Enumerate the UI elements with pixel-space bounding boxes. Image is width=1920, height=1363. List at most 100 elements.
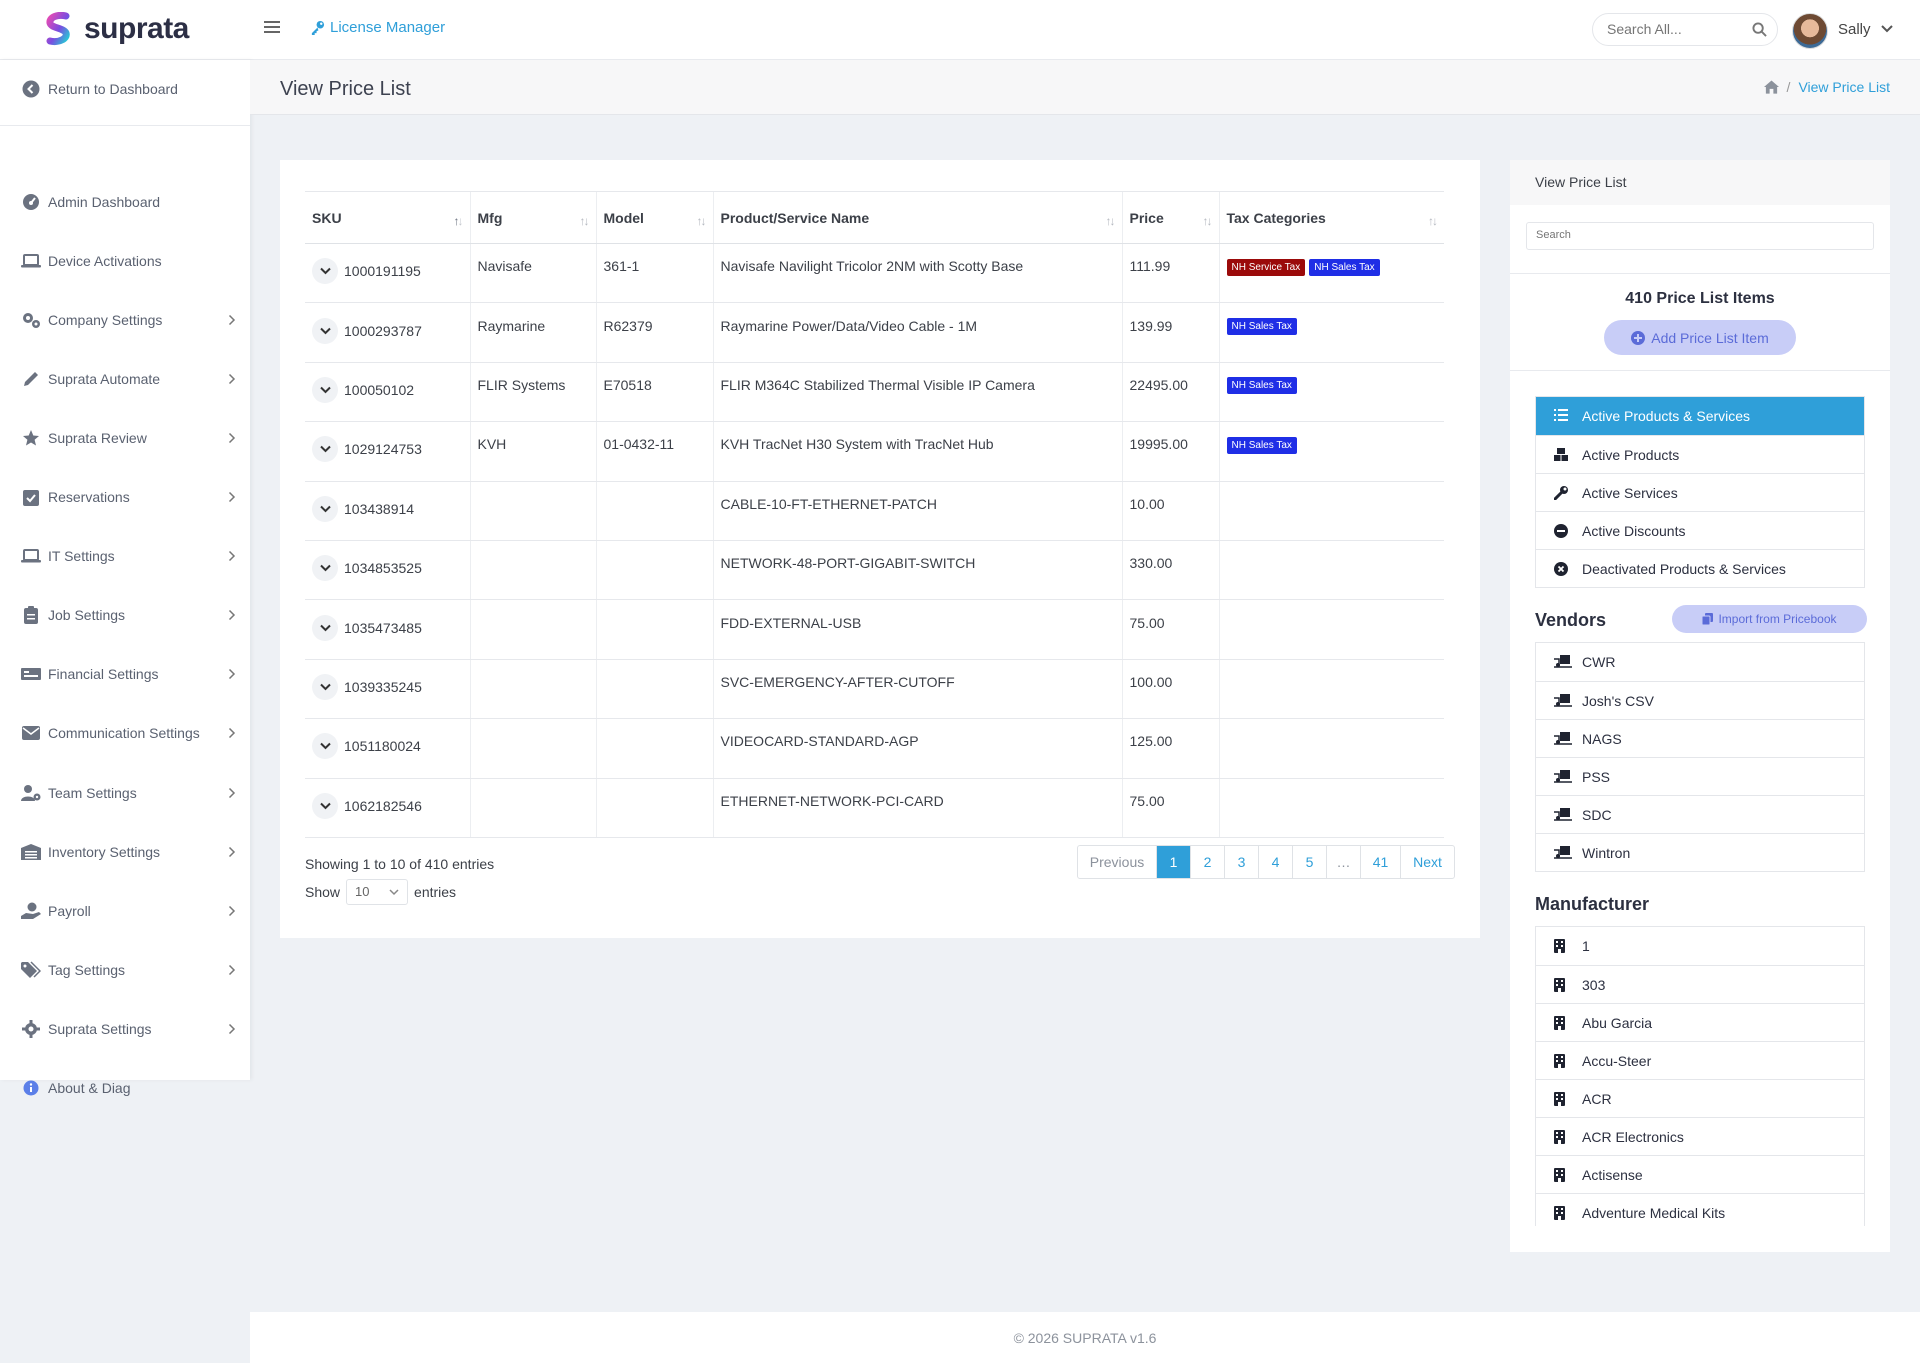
sort-icon[interactable]: ↑↓ [1203, 214, 1213, 228]
previous-page-button[interactable]: Previous [1078, 846, 1156, 878]
table-row[interactable]: 103438914 CABLE-10-FT-ETHERNET-PATCH 10.… [305, 481, 1444, 541]
column-header-mfg[interactable]: Mfg ↑↓ [469, 191, 596, 244]
column-header-tax-categories[interactable]: Tax Categories ↑↓ [1218, 191, 1444, 244]
page-4-button[interactable]: 4 [1258, 846, 1292, 878]
filter-deactivated-products-services[interactable]: Deactivated Products & Services [1536, 549, 1864, 587]
vendor-item[interactable]: Josh's CSV [1536, 681, 1864, 719]
expand-row-button[interactable] [312, 673, 338, 700]
sidebar-item-financial-settings[interactable]: Financial Settings [0, 654, 250, 694]
expand-row-button[interactable] [312, 317, 338, 344]
filter-label: Active Services [1582, 484, 1678, 501]
home-icon[interactable] [1763, 80, 1779, 94]
page-41-button[interactable]: 41 [1360, 846, 1400, 878]
sidebar-item-admin-dashboard[interactable]: Admin Dashboard [0, 182, 250, 222]
expand-row-button[interactable] [312, 436, 338, 463]
filter-active-discounts[interactable]: Active Discounts [1536, 511, 1864, 549]
building-icon [1554, 978, 1565, 992]
expand-row-button[interactable] [312, 614, 338, 641]
manufacturer-item[interactable]: Adventure Medical Kits [1536, 1193, 1864, 1226]
tags-icon [21, 961, 41, 979]
menu-toggle-button[interactable] [264, 20, 280, 34]
column-header-name[interactable]: Product/Service Name ↑↓ [712, 191, 1122, 244]
sort-icon[interactable]: ↑↓ [1106, 214, 1116, 228]
filter-active-products[interactable]: Active Products [1536, 435, 1864, 473]
sidebar-item-it-settings[interactable]: IT Settings [0, 536, 250, 576]
table-row[interactable]: 1029124753 KVH 01-0432-11 KVH TracNet H3… [305, 421, 1444, 482]
sort-icon[interactable]: ↑↓ [1428, 214, 1438, 228]
column-header-sku[interactable]: SKU ↑↓ [305, 191, 470, 244]
sidebar-item-team-settings[interactable]: Team Settings [0, 773, 250, 813]
expand-row-button[interactable] [312, 733, 338, 760]
sidebar-item-suprata-automate[interactable]: Suprata Automate [0, 359, 250, 399]
vendor-item[interactable]: NAGS [1536, 719, 1864, 757]
user-avatar[interactable] [1792, 13, 1828, 49]
sidebar-item-inventory-settings[interactable]: Inventory Settings [0, 832, 250, 872]
panel-search-input[interactable] [1536, 229, 1856, 241]
expand-row-button[interactable] [312, 258, 338, 285]
breadcrumb-current[interactable]: View Price List [1798, 79, 1890, 95]
chevron-down-icon[interactable] [1880, 22, 1894, 36]
import-from-pricebook-button[interactable]: Import from Pricebook [1672, 605, 1867, 633]
table-row[interactable]: 1051180024 VIDEOCARD-STANDARD-AGP 125.00 [305, 718, 1444, 779]
sidebar-item-communication-settings[interactable]: Communication Settings [0, 713, 250, 753]
manufacturer-item[interactable]: Abu Garcia [1536, 1003, 1864, 1041]
expand-row-button[interactable] [312, 376, 338, 403]
global-search[interactable] [1592, 13, 1778, 46]
model-cell [595, 659, 713, 720]
manufacturer-item[interactable]: ACR Electronics [1536, 1117, 1864, 1155]
return-to-dashboard-link[interactable]: Return to Dashboard [0, 69, 250, 109]
panel-search[interactable] [1526, 222, 1874, 250]
global-search-input[interactable] [1607, 21, 1747, 37]
app-logo[interactable]: suprata [44, 12, 189, 46]
table-row[interactable]: 1000293787 Raymarine R62379 Raymarine Po… [305, 302, 1444, 363]
sidebar-item-suprata-review[interactable]: Suprata Review [0, 418, 250, 458]
sidebar-item-label: Suprata Automate [48, 371, 161, 388]
sidebar-item-job-settings[interactable]: Job Settings [0, 595, 250, 635]
user-name[interactable]: Sally [1838, 21, 1871, 38]
manufacturer-item[interactable]: ACR [1536, 1079, 1864, 1117]
page-3-button[interactable]: 3 [1224, 846, 1258, 878]
sort-asc-icon[interactable]: ↑↓ [454, 214, 464, 228]
vendor-item[interactable]: SDC [1536, 795, 1864, 833]
manufacturer-item[interactable]: 1 [1536, 927, 1864, 965]
page-5-button[interactable]: 5 [1292, 846, 1326, 878]
table-row[interactable]: 1034853525 NETWORK-48-PORT-GIGABIT-SWITC… [305, 540, 1444, 601]
table-row[interactable]: 1062182546 ETHERNET-NETWORK-PCI-CARD 75.… [305, 778, 1444, 838]
manufacturer-item[interactable]: Actisense [1536, 1155, 1864, 1193]
table-row[interactable]: 1000191195 Navisafe 361-1 Navisafe Navil… [305, 243, 1444, 304]
sidebar-item-about-diag[interactable]: About & Diag [0, 1068, 250, 1108]
sidebar-item-company-settings[interactable]: Company Settings [0, 300, 250, 340]
filter-active-products-services[interactable]: Active Products & Services [1536, 397, 1864, 435]
search-icon[interactable] [1752, 22, 1767, 37]
sort-icon[interactable]: ↑↓ [697, 214, 707, 228]
table-row[interactable]: 1039335245 SVC-EMERGENCY-AFTER-CUTOFF 10… [305, 659, 1444, 720]
sort-icon[interactable]: ↑↓ [580, 214, 590, 228]
clipboard-icon [21, 606, 41, 625]
page-size-select[interactable]: 10 [346, 879, 409, 905]
vendor-item[interactable]: Wintron [1536, 833, 1864, 871]
vendor-item[interactable]: PSS [1536, 757, 1864, 795]
license-manager-link[interactable]: License Manager [310, 19, 445, 36]
column-header-model[interactable]: Model ↑↓ [595, 191, 713, 244]
sidebar-item-device-activations[interactable]: Device Activations [0, 241, 250, 281]
column-header-price[interactable]: Price ↑↓ [1121, 191, 1219, 244]
sidebar-item-payroll[interactable]: Payroll [0, 891, 250, 931]
manufacturer-item[interactable]: 303 [1536, 965, 1864, 1003]
filter-active-services[interactable]: Active Services [1536, 473, 1864, 511]
table-row[interactable]: 100050102 FLIR Systems E70518 FLIR M364C… [305, 362, 1444, 423]
mfg-cell [469, 659, 596, 720]
manufacturer-item[interactable]: Accu-Steer [1536, 1041, 1864, 1079]
expand-row-button[interactable] [312, 555, 338, 582]
expand-row-button[interactable] [312, 495, 338, 522]
sidebar-item-suprata-settings[interactable]: Suprata Settings [0, 1009, 250, 1049]
page-2-button[interactable]: 2 [1190, 846, 1224, 878]
expand-row-button[interactable] [312, 792, 338, 819]
next-page-button[interactable]: Next [1400, 846, 1454, 878]
page-1-button[interactable]: 1 [1156, 846, 1190, 878]
vendor-item[interactable]: CWR [1536, 643, 1864, 681]
price-value: 19995.00 [1129, 436, 1188, 453]
sidebar-item-tag-settings[interactable]: Tag Settings [0, 950, 250, 990]
sidebar-item-reservations[interactable]: Reservations [0, 477, 250, 517]
add-price-list-item-button[interactable]: Add Price List Item [1604, 320, 1796, 355]
table-row[interactable]: 1035473485 FDD-EXTERNAL-USB 75.00 [305, 599, 1444, 660]
